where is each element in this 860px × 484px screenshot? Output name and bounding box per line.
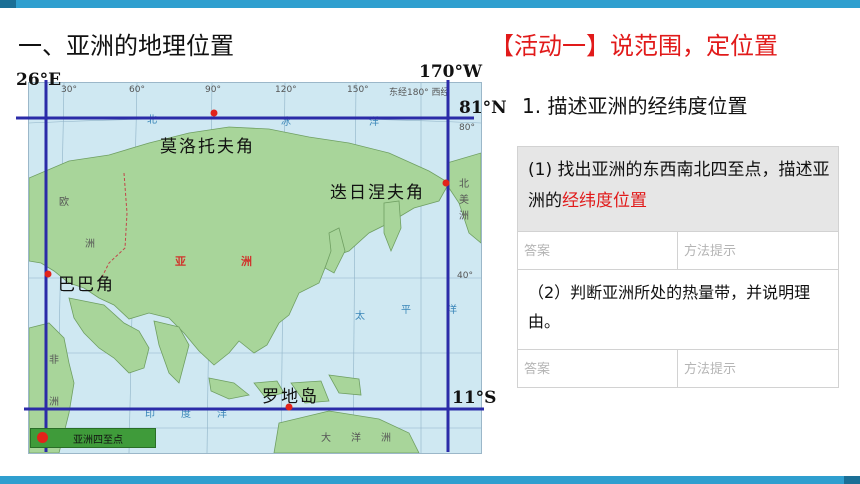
bottom-accent-corner xyxy=(844,476,860,484)
point-label-east: 迭日涅夫角 xyxy=(330,183,425,203)
task-title: 1. 描述亚洲的经纬度位置 xyxy=(522,94,748,118)
bottom-accent-bar xyxy=(0,476,860,484)
question-1-highlight: 经纬度位置 xyxy=(562,191,647,211)
hint-field-1[interactable]: 方法提示 xyxy=(678,232,838,270)
answer-field-1[interactable]: 答案 xyxy=(518,232,678,270)
north-point-marker xyxy=(210,109,218,117)
coord-east: 170°W xyxy=(419,62,483,82)
west-point-marker xyxy=(44,270,52,278)
map-legend: 亚洲四至点 xyxy=(30,428,156,448)
legend-text: 亚洲四至点 xyxy=(73,435,123,446)
coord-south: 11°S xyxy=(452,388,497,408)
question-table: (1) 找出亚洲的东西南北四至点，描述亚洲的经纬度位置 答案 方法提示 （2）判… xyxy=(517,146,839,388)
hint-field-2[interactable]: 方法提示 xyxy=(678,350,838,388)
legend-point-icon xyxy=(37,432,48,443)
answer-field-2[interactable]: 答案 xyxy=(518,350,678,388)
east-point-marker xyxy=(442,179,450,187)
point-label-south: 罗地岛 xyxy=(262,387,319,407)
point-label-west: 巴巴角 xyxy=(58,275,115,295)
question-2: （2）判断亚洲所处的热量带，并说明理由。 xyxy=(518,269,838,349)
answer-row-2: 答案 方法提示 xyxy=(518,349,838,388)
coord-west: 26°E xyxy=(16,70,62,90)
point-label-north: 莫洛托夫角 xyxy=(160,137,255,157)
answer-row-1: 答案 方法提示 xyxy=(518,231,838,270)
question-1: (1) 找出亚洲的东西南北四至点，描述亚洲的经纬度位置 xyxy=(518,147,838,231)
coord-north: 81°N xyxy=(459,98,507,118)
